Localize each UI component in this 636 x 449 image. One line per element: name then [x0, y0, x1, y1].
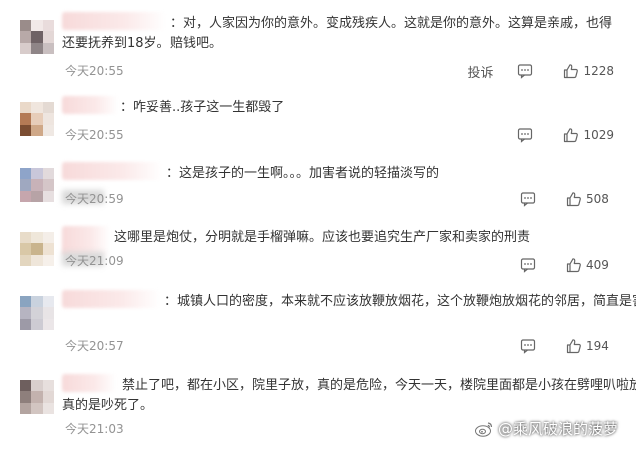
avatar-mosaic-cell — [20, 232, 32, 244]
comment-bubble-icon[interactable] — [520, 338, 536, 354]
avatar-mosaic-cell — [42, 168, 54, 180]
comment-text: 这哪里是炮仗，分明就是手榴弹嘛。应该也要追究生产厂家和卖家的刑责 — [114, 230, 531, 245]
avatar-mosaic-cell — [20, 179, 32, 191]
thumbs-up-icon[interactable] — [563, 63, 579, 79]
avatar-mosaic-cell — [42, 102, 54, 114]
comment-bubble-icon[interactable] — [517, 127, 533, 143]
avatar-mosaic-cell — [42, 402, 54, 414]
avatar-mosaic-cell — [42, 307, 54, 319]
avatar-mosaic-cell — [31, 124, 43, 136]
avatar-mosaic-cell — [20, 168, 32, 180]
thumbs-up-icon[interactable] — [566, 338, 582, 354]
avatar-mosaic-cell — [42, 190, 54, 202]
comment-bubble-icon[interactable] — [520, 257, 536, 273]
comment-actions: 194 — [520, 337, 614, 355]
avatar-mosaic-cell — [31, 380, 43, 392]
avatar-mosaic-cell — [42, 42, 54, 54]
report-button[interactable]: 投诉 — [467, 62, 493, 81]
comment-time: 今天21:09 — [65, 254, 124, 268]
avatar-mosaic-cell — [42, 179, 54, 191]
avatar-mosaic-cell — [20, 124, 32, 136]
comment-time: 今天21:03 — [65, 422, 124, 436]
avatar-mosaic-cell — [20, 296, 32, 308]
avatar[interactable] — [20, 168, 54, 202]
avatar-mosaic-cell — [20, 42, 32, 54]
comment-time: 今天20:59 — [65, 192, 124, 206]
avatar-mosaic-cell — [31, 318, 43, 330]
comment-feed: ：对，人家因为你的意外。变成残疾人。这就是你的意外。这算是亲戚，也得赔钱吧。 还… — [0, 0, 636, 449]
comment-text-continued: 还要抚养到18岁。 — [62, 36, 170, 51]
avatar-mosaic-cell — [20, 113, 32, 125]
avatar-mosaic-cell — [20, 20, 32, 32]
avatar[interactable] — [20, 232, 54, 266]
comment-bubble-icon[interactable] — [520, 191, 536, 207]
avatar-mosaic-cell — [42, 20, 54, 32]
comment-actions: 409 — [520, 256, 614, 274]
thumbs-up-icon[interactable] — [566, 257, 582, 273]
avatar-mosaic-cell — [31, 307, 43, 319]
avatar[interactable] — [20, 20, 54, 54]
avatar-mosaic-cell — [31, 243, 43, 255]
avatar-mosaic-cell — [31, 296, 43, 308]
comment-text: ：城镇人口的密度，本来就不应该放鞭放烟花，这个放鞭炮放烟花的邻居，简直是害人 — [164, 294, 636, 309]
comment-text-continued: 真的是吵死了。 — [62, 398, 154, 413]
avatar-mosaic-cell — [31, 113, 43, 125]
comment-text: ：这是孩子的一生啊。。。加害者说的轻描淡写的 — [166, 166, 440, 181]
avatar-mosaic-cell — [42, 124, 54, 136]
avatar-mosaic-cell — [31, 391, 43, 403]
like-count: 1029 — [583, 128, 614, 142]
avatar-mosaic-cell — [31, 402, 43, 414]
comment-text: ：咋妥善..孩子这一生都毁了 — [120, 100, 285, 115]
comment-actions: 508 — [520, 190, 614, 208]
avatar-mosaic-cell — [42, 391, 54, 403]
comment-bubble-icon[interactable] — [517, 63, 533, 79]
like-count: 508 — [586, 192, 609, 206]
avatar-mosaic-cell — [31, 190, 43, 202]
weibo-logo-icon — [474, 419, 494, 439]
avatar-mosaic-cell — [42, 232, 54, 244]
avatar-mosaic-cell — [31, 254, 43, 266]
avatar-mosaic-cell — [20, 31, 32, 43]
avatar-mosaic-cell — [20, 254, 32, 266]
avatar-mosaic-cell — [42, 380, 54, 392]
avatar-mosaic-cell — [42, 296, 54, 308]
comment-text: 禁止了吧，都在小区，院里子放，真的是危险，今天一天，楼院里面都是小孩在劈哩叭啦放… — [122, 378, 636, 393]
avatar-mosaic-cell — [20, 190, 32, 202]
thumbs-up-icon[interactable] — [563, 127, 579, 143]
avatar-mosaic-cell — [31, 31, 43, 43]
comment-actions: 投诉 1228 — [467, 62, 614, 81]
like-count: 1228 — [583, 64, 614, 78]
avatar[interactable] — [20, 380, 54, 414]
avatar-mosaic-cell — [20, 380, 32, 392]
comment-time: 今天20:57 — [65, 339, 124, 353]
avatar-mosaic-cell — [20, 402, 32, 414]
avatar-mosaic-cell — [42, 243, 54, 255]
thumbs-up-icon[interactable] — [566, 191, 582, 207]
like-count: 409 — [586, 258, 609, 272]
comment-time: 今天20:55 — [65, 128, 124, 142]
avatar-mosaic-cell — [42, 113, 54, 125]
avatar-mosaic-cell — [20, 307, 32, 319]
avatar-mosaic-cell — [20, 318, 32, 330]
like-count: 194 — [586, 339, 609, 353]
avatar[interactable] — [20, 102, 54, 136]
avatar-mosaic-cell — [31, 102, 43, 114]
avatar-mosaic-cell — [42, 318, 54, 330]
watermark: @乘风破浪的菠萝 — [474, 418, 618, 439]
comment-actions: 1029 — [517, 126, 614, 144]
avatar-mosaic-cell — [31, 20, 43, 32]
avatar-mosaic-cell — [31, 179, 43, 191]
avatar-mosaic-cell — [31, 168, 43, 180]
comment-time: 今天20:55 — [65, 64, 124, 78]
avatar-mosaic-cell — [42, 31, 54, 43]
watermark-text: @乘风破浪的菠萝 — [497, 420, 618, 438]
avatar-mosaic-cell — [20, 243, 32, 255]
avatar-mosaic-cell — [20, 391, 32, 403]
avatar[interactable] — [20, 296, 54, 330]
avatar-mosaic-cell — [31, 232, 43, 244]
avatar-mosaic-cell — [31, 42, 43, 54]
avatar-mosaic-cell — [42, 254, 54, 266]
avatar-mosaic-cell — [20, 102, 32, 114]
